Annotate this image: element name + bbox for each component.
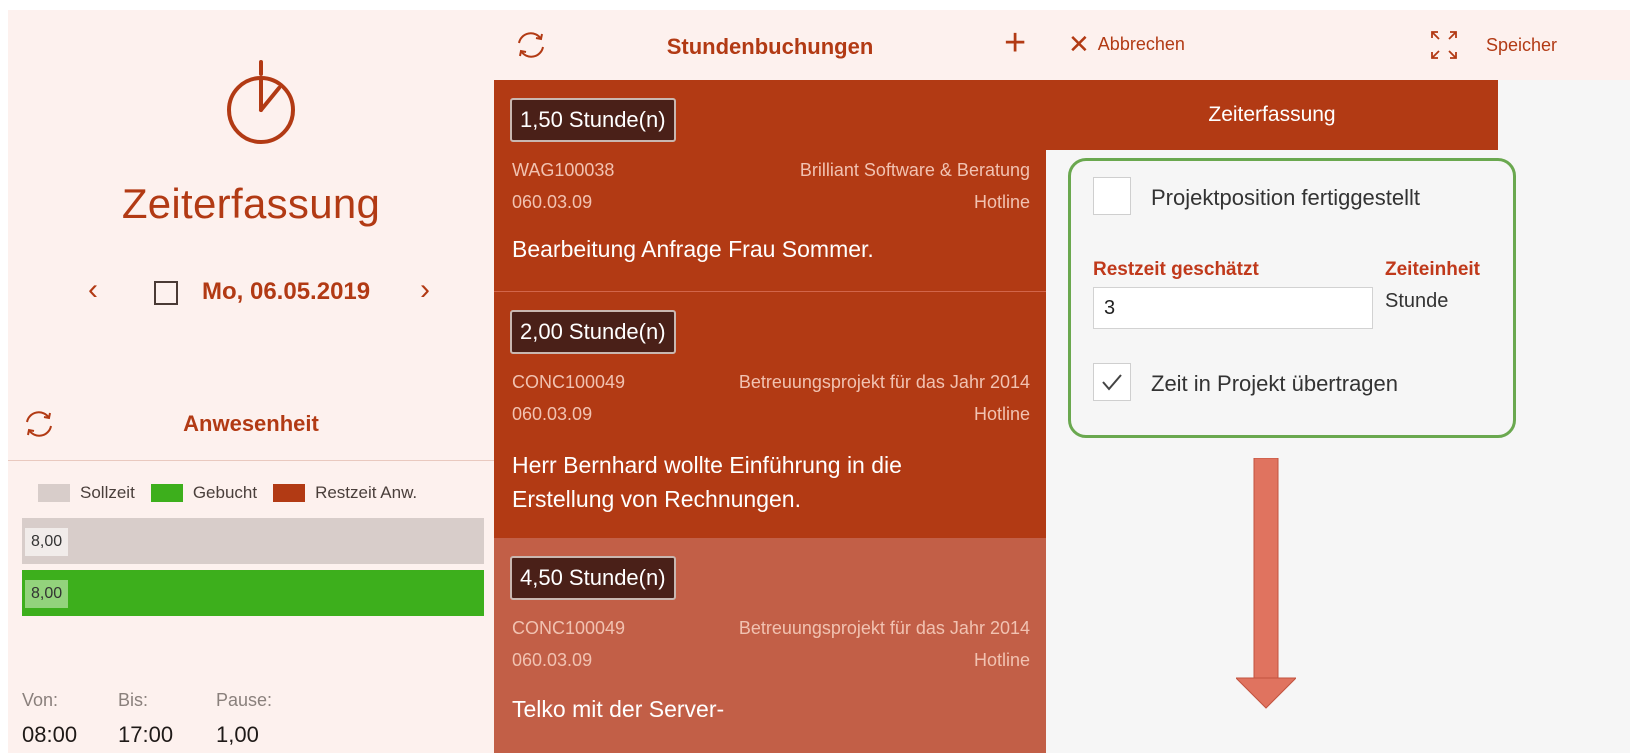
chart-legend: Sollzeit Gebucht Restzeit Anw.: [38, 483, 433, 503]
unit-value: Stunde: [1385, 290, 1449, 312]
activity-name: Hotline: [973, 650, 1030, 670]
remaining-label: Restzeit geschätzt: [1093, 259, 1259, 280]
calendar-icon[interactable]: [154, 281, 178, 305]
check-icon: [1102, 374, 1122, 391]
position-number: 060.03.09: [512, 404, 593, 424]
unit-label: Zeiteinheit: [1385, 259, 1481, 280]
presence-title: Anwesenheit: [183, 411, 319, 436]
bar-value: 8,00: [25, 528, 69, 556]
legend-label: Gebucht: [192, 483, 258, 502]
position-number: 060.03.09: [512, 650, 593, 670]
entry-description: Telko mit der Server-: [512, 696, 725, 722]
position-number: 060.03.09: [512, 192, 593, 212]
expand-icon[interactable]: [1428, 28, 1460, 62]
down-arrow-annotation: [1236, 458, 1296, 709]
customer-name: Betreuungsprojekt für das Jahr 2014: [738, 618, 1030, 638]
completed-label: Projektposition fertiggestellt: [1151, 185, 1421, 210]
hours-badge: 4,50 Stunde(n): [510, 556, 676, 600]
booked-time-bar: 8,00: [22, 570, 484, 616]
save-button[interactable]: Speicher: [1486, 35, 1557, 56]
legend-swatch: [150, 484, 183, 502]
project-code: CONC100049: [512, 618, 626, 638]
remaining-time-input[interactable]: 3: [1093, 287, 1373, 329]
legend-item-remaining: Restzeit Anw.: [273, 483, 417, 503]
cancel-button[interactable]: ✕ Abbrechen: [1068, 29, 1185, 59]
pause-label: Pause:: [216, 690, 273, 710]
hours-badge: 1,50 Stunde(n): [510, 98, 676, 142]
pause-value: 1,00: [216, 722, 259, 747]
presence-header: Anwesenheit: [8, 385, 494, 461]
entry-meta-row: WAG100038 Brilliant Software & Beratung: [512, 160, 1030, 181]
entry-meta-row: CONC100049 Betreuungsprojekt für das Jah…: [512, 618, 1030, 639]
entry-meta-row: 060.03.09 Hotline: [512, 404, 1030, 425]
entry-description: Herr Bernhard wollte Einführung in die E…: [512, 452, 902, 512]
transfer-checkbox[interactable]: [1093, 363, 1131, 401]
bookings-header: Stundenbuchungen +: [494, 10, 1046, 80]
edit-toolbar: ✕ Abbrechen Speicher: [1046, 10, 1630, 80]
cancel-label: Abbrechen: [1097, 33, 1185, 54]
from-label: Von:: [22, 690, 59, 710]
to-label: Bis:: [118, 690, 149, 710]
entry-meta-row: CONC100049 Betreuungsprojekt für das Jah…: [512, 372, 1030, 393]
chevron-right-icon[interactable]: ›: [420, 275, 430, 305]
activity-name: Hotline: [973, 404, 1030, 424]
section-banner: Zeiterfassung: [1046, 80, 1498, 150]
bar-value: 8,00: [25, 580, 69, 608]
activity-name: Hotline: [973, 192, 1030, 212]
transfer-label: Zeit in Projekt übertragen: [1151, 371, 1399, 396]
completed-checkbox[interactable]: [1093, 177, 1131, 215]
legend-swatch: [38, 484, 70, 502]
bookings-title: Stundenbuchungen: [666, 34, 874, 59]
project-code: WAG100038: [512, 160, 615, 180]
highlighted-form-card: Projektposition fertiggestellt Restzeit …: [1068, 158, 1516, 438]
booking-entry[interactable]: 1,50 Stunde(n) WAG100038 Brilliant Softw…: [494, 80, 1046, 292]
to-value: 17:00: [118, 722, 174, 747]
close-icon: ✕: [1068, 29, 1090, 59]
entry-meta-row: 060.03.09 Hotline: [512, 650, 1030, 671]
from-value: 08:00: [22, 722, 78, 747]
legend-swatch: [273, 484, 306, 502]
bookings-panel: Stundenbuchungen + 1,50 Stunde(n) WAG100…: [494, 10, 1046, 753]
hours-badge: 2,00 Stunde(n): [510, 310, 676, 354]
entry-meta-row: 060.03.09 Hotline: [512, 192, 1030, 213]
customer-name: Betreuungsprojekt für das Jahr 2014: [738, 372, 1030, 392]
current-date[interactable]: Mo, 06.05.2019: [202, 278, 370, 306]
target-time-bar: 8,00: [22, 518, 484, 564]
edit-panel: ✕ Abbrechen Speicher Zeiterfassung Proje…: [1046, 10, 1630, 753]
legend-item-target: Sollzeit: [38, 483, 135, 503]
add-icon[interactable]: +: [1004, 24, 1026, 62]
stopwatch-icon: [227, 60, 295, 144]
legend-label: Restzeit Anw.: [315, 483, 418, 502]
app-title: Zeiterfassung: [121, 180, 381, 227]
chevron-left-icon[interactable]: ‹: [88, 275, 98, 305]
customer-name: Brilliant Software & Beratung: [799, 160, 1030, 180]
legend-item-booked: Gebucht: [150, 483, 258, 503]
project-code: CONC100049: [512, 372, 626, 392]
booking-entry-selected[interactable]: 4,50 Stunde(n) CONC100049 Betreuungsproj…: [494, 538, 1046, 753]
entry-description: Bearbeitung Anfrage Frau Sommer.: [512, 236, 874, 262]
zeiterfassung-panel: Zeiterfassung ‹ Mo, 06.05.2019 › Anwesen…: [8, 10, 494, 753]
booking-entry[interactable]: 2,00 Stunde(n) CONC100049 Betreuungsproj…: [494, 292, 1046, 538]
legend-label: Sollzeit: [80, 483, 135, 502]
